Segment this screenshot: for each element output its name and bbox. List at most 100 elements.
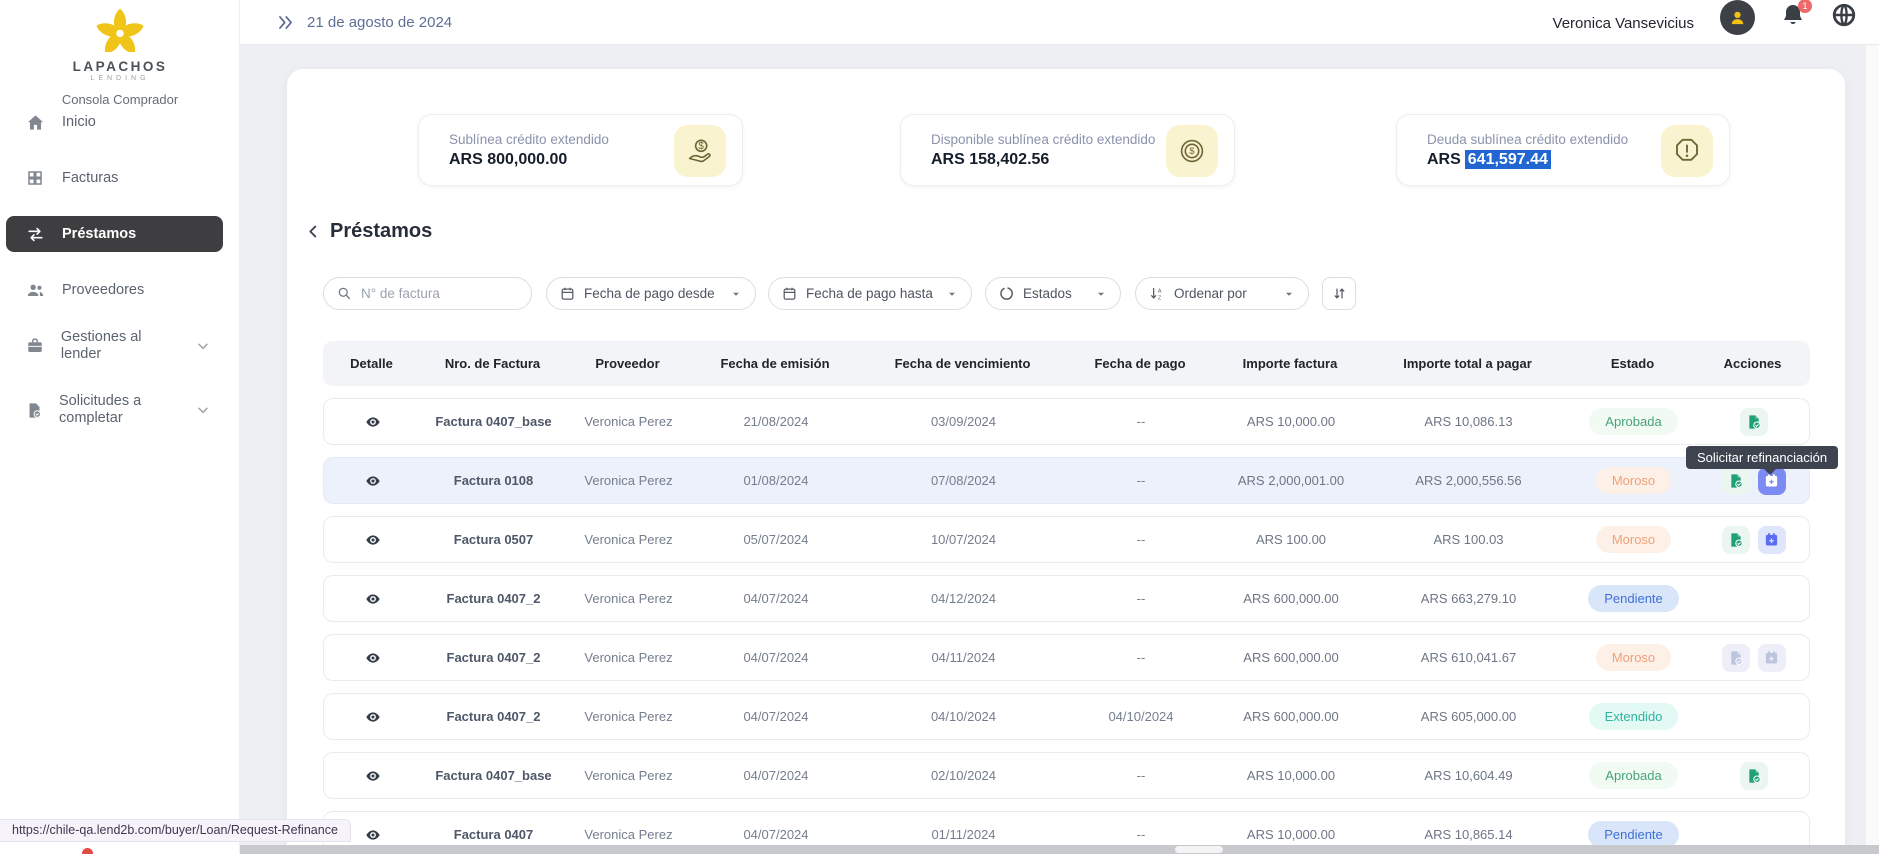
- actions-cell: [1696, 762, 1811, 790]
- refinance-tooltip: Solicitar refinanciación: [1686, 446, 1838, 469]
- table-row[interactable]: Factura 0407_2 Veronica Perez 04/07/2024…: [323, 693, 1810, 740]
- sort-by-filter[interactable]: A Z Ordenar por: [1135, 277, 1309, 310]
- sidebar-item-prestamos[interactable]: Préstamos: [6, 216, 223, 252]
- search-icon: [337, 286, 352, 301]
- status-cell: Moroso: [1571, 526, 1696, 553]
- column-header: Estado: [1570, 356, 1695, 371]
- status-cell: Pendiente: [1571, 585, 1696, 612]
- status-badge: Moroso: [1596, 467, 1671, 494]
- loan-document-button[interactable]: [1722, 644, 1750, 672]
- due-date: 03/09/2024: [861, 414, 1066, 429]
- svg-text:$: $: [1189, 146, 1194, 156]
- request-refinance-button[interactable]: [1758, 644, 1786, 672]
- payment-date: --: [1066, 532, 1216, 547]
- issue-date: 04/07/2024: [691, 709, 861, 724]
- provider-name: Veronica Perez: [566, 768, 691, 783]
- total-amount: ARS 10,865.14: [1366, 827, 1571, 842]
- language-button[interactable]: [1831, 2, 1857, 33]
- coins-icon: $: [1166, 125, 1218, 177]
- due-date: 10/07/2024: [861, 532, 1066, 547]
- horizontal-scrollbar[interactable]: [240, 845, 1879, 854]
- back-button[interactable]: [305, 223, 322, 240]
- provider-name: Veronica Perez: [566, 827, 691, 842]
- view-detail-button[interactable]: [365, 827, 381, 843]
- stat-value-prefix: ARS: [1427, 151, 1461, 168]
- caret-down-icon: [1095, 288, 1107, 300]
- table-row[interactable]: Factura 0407_2 Veronica Perez 04/07/2024…: [323, 575, 1810, 622]
- invoice-number: Factura 0407_base: [421, 414, 566, 429]
- calendar-icon: [560, 286, 575, 301]
- sidebar-item-gestiones-al-lender[interactable]: Gestiones al lender: [6, 328, 223, 364]
- stat-label: Sublínea crédito extendido: [449, 131, 674, 148]
- table-row[interactable]: Factura 0407_base Veronica Perez 04/07/2…: [323, 752, 1810, 799]
- status-circle-icon: [999, 286, 1014, 301]
- states-filter[interactable]: Estados: [985, 277, 1121, 310]
- detail-cell: [324, 591, 421, 607]
- invoice-amount: ARS 10,000.00: [1216, 414, 1366, 429]
- topbar: 21 de agosto de 2024 Veronica Vanseviciu…: [240, 0, 1879, 45]
- red-notification-dot: [82, 848, 93, 854]
- column-header: Importe total a pagar: [1365, 356, 1570, 371]
- status-cell: Extendido: [1571, 703, 1696, 730]
- table-row[interactable]: Factura 0108 Veronica Perez 01/08/2024 0…: [323, 457, 1810, 504]
- view-detail-button[interactable]: [365, 768, 381, 784]
- request-refinance-button[interactable]: [1758, 526, 1786, 554]
- search-input[interactable]: [361, 286, 506, 301]
- loan-document-button[interactable]: [1740, 408, 1768, 436]
- hand-coin-icon: $: [674, 125, 726, 177]
- detail-cell: [324, 768, 421, 784]
- brand-subname: LENDING: [0, 75, 240, 82]
- date-from-filter[interactable]: Fecha de pago desde: [546, 277, 756, 310]
- vertical-scrollbar[interactable]: [1866, 45, 1879, 845]
- home-icon: [26, 112, 46, 132]
- table-row[interactable]: Factura 0507 Veronica Perez 05/07/2024 1…: [323, 516, 1810, 563]
- up-down-arrows-icon: [1332, 286, 1347, 301]
- column-header: Acciones: [1695, 356, 1810, 371]
- column-header: Nro. de Factura: [420, 356, 565, 371]
- notification-badge: 1: [1798, 0, 1812, 13]
- invoice-amount: ARS 100.00: [1216, 532, 1366, 547]
- sidebar-item-solicitudes-a-completar[interactable]: Solicitudes a completar: [6, 384, 223, 436]
- view-detail-button[interactable]: [365, 473, 381, 489]
- svg-text:$: $: [698, 141, 704, 152]
- status-badge: Aprobada: [1589, 408, 1677, 435]
- view-detail-button[interactable]: [365, 591, 381, 607]
- status-cell: Aprobada: [1571, 408, 1696, 435]
- detail-cell: [324, 473, 421, 489]
- table-row[interactable]: Factura 0407_base Veronica Perez 21/08/2…: [323, 398, 1810, 445]
- collapse-sidebar-icon[interactable]: [276, 13, 295, 32]
- sidebar-item-inicio[interactable]: Inicio: [6, 104, 223, 140]
- sidebar-item-facturas[interactable]: Facturas: [6, 160, 223, 196]
- status-cell: Moroso: [1571, 644, 1696, 671]
- stat-label: Deuda sublínea crédito extendido: [1427, 131, 1652, 148]
- caret-down-icon: [946, 288, 958, 300]
- loan-document-button[interactable]: [1722, 526, 1750, 554]
- provider-name: Veronica Perez: [566, 532, 691, 547]
- table-row[interactable]: Factura 0407_2 Veronica Perez 04/07/2024…: [323, 634, 1810, 681]
- view-detail-button[interactable]: [365, 532, 381, 548]
- issue-date: 04/07/2024: [691, 591, 861, 606]
- column-header: Fecha de emisión: [690, 356, 860, 371]
- calendar-icon: [782, 286, 797, 301]
- view-detail-button[interactable]: [365, 709, 381, 725]
- loan-document-button[interactable]: [1722, 467, 1750, 495]
- invoice-search[interactable]: [323, 277, 532, 310]
- sidebar-item-proveedores[interactable]: Proveedores: [6, 272, 223, 308]
- horizontal-scrollbar-thumb[interactable]: [1175, 846, 1223, 853]
- person-icon: [1727, 7, 1748, 28]
- chevron-down-icon: [195, 402, 211, 418]
- svg-text:A: A: [1158, 288, 1162, 294]
- column-header: Fecha de vencimiento: [860, 356, 1065, 371]
- view-detail-button[interactable]: [365, 650, 381, 666]
- stat-card-subline-credit: Sublínea crédito extendido ARS 800,000.0…: [418, 114, 743, 186]
- user-avatar[interactable]: [1720, 0, 1755, 35]
- total-amount: ARS 10,604.49: [1366, 768, 1571, 783]
- view-detail-button[interactable]: [365, 414, 381, 430]
- loan-document-button[interactable]: [1740, 762, 1768, 790]
- payment-date: 04/10/2024: [1066, 709, 1216, 724]
- provider-name: Veronica Perez: [566, 709, 691, 724]
- notifications-button[interactable]: 1: [1781, 3, 1805, 32]
- sort-direction-button[interactable]: [1322, 277, 1356, 310]
- stat-card-available-credit: Disponible sublínea crédito extendido AR…: [900, 114, 1235, 186]
- date-to-filter[interactable]: Fecha de pago hasta: [768, 277, 972, 310]
